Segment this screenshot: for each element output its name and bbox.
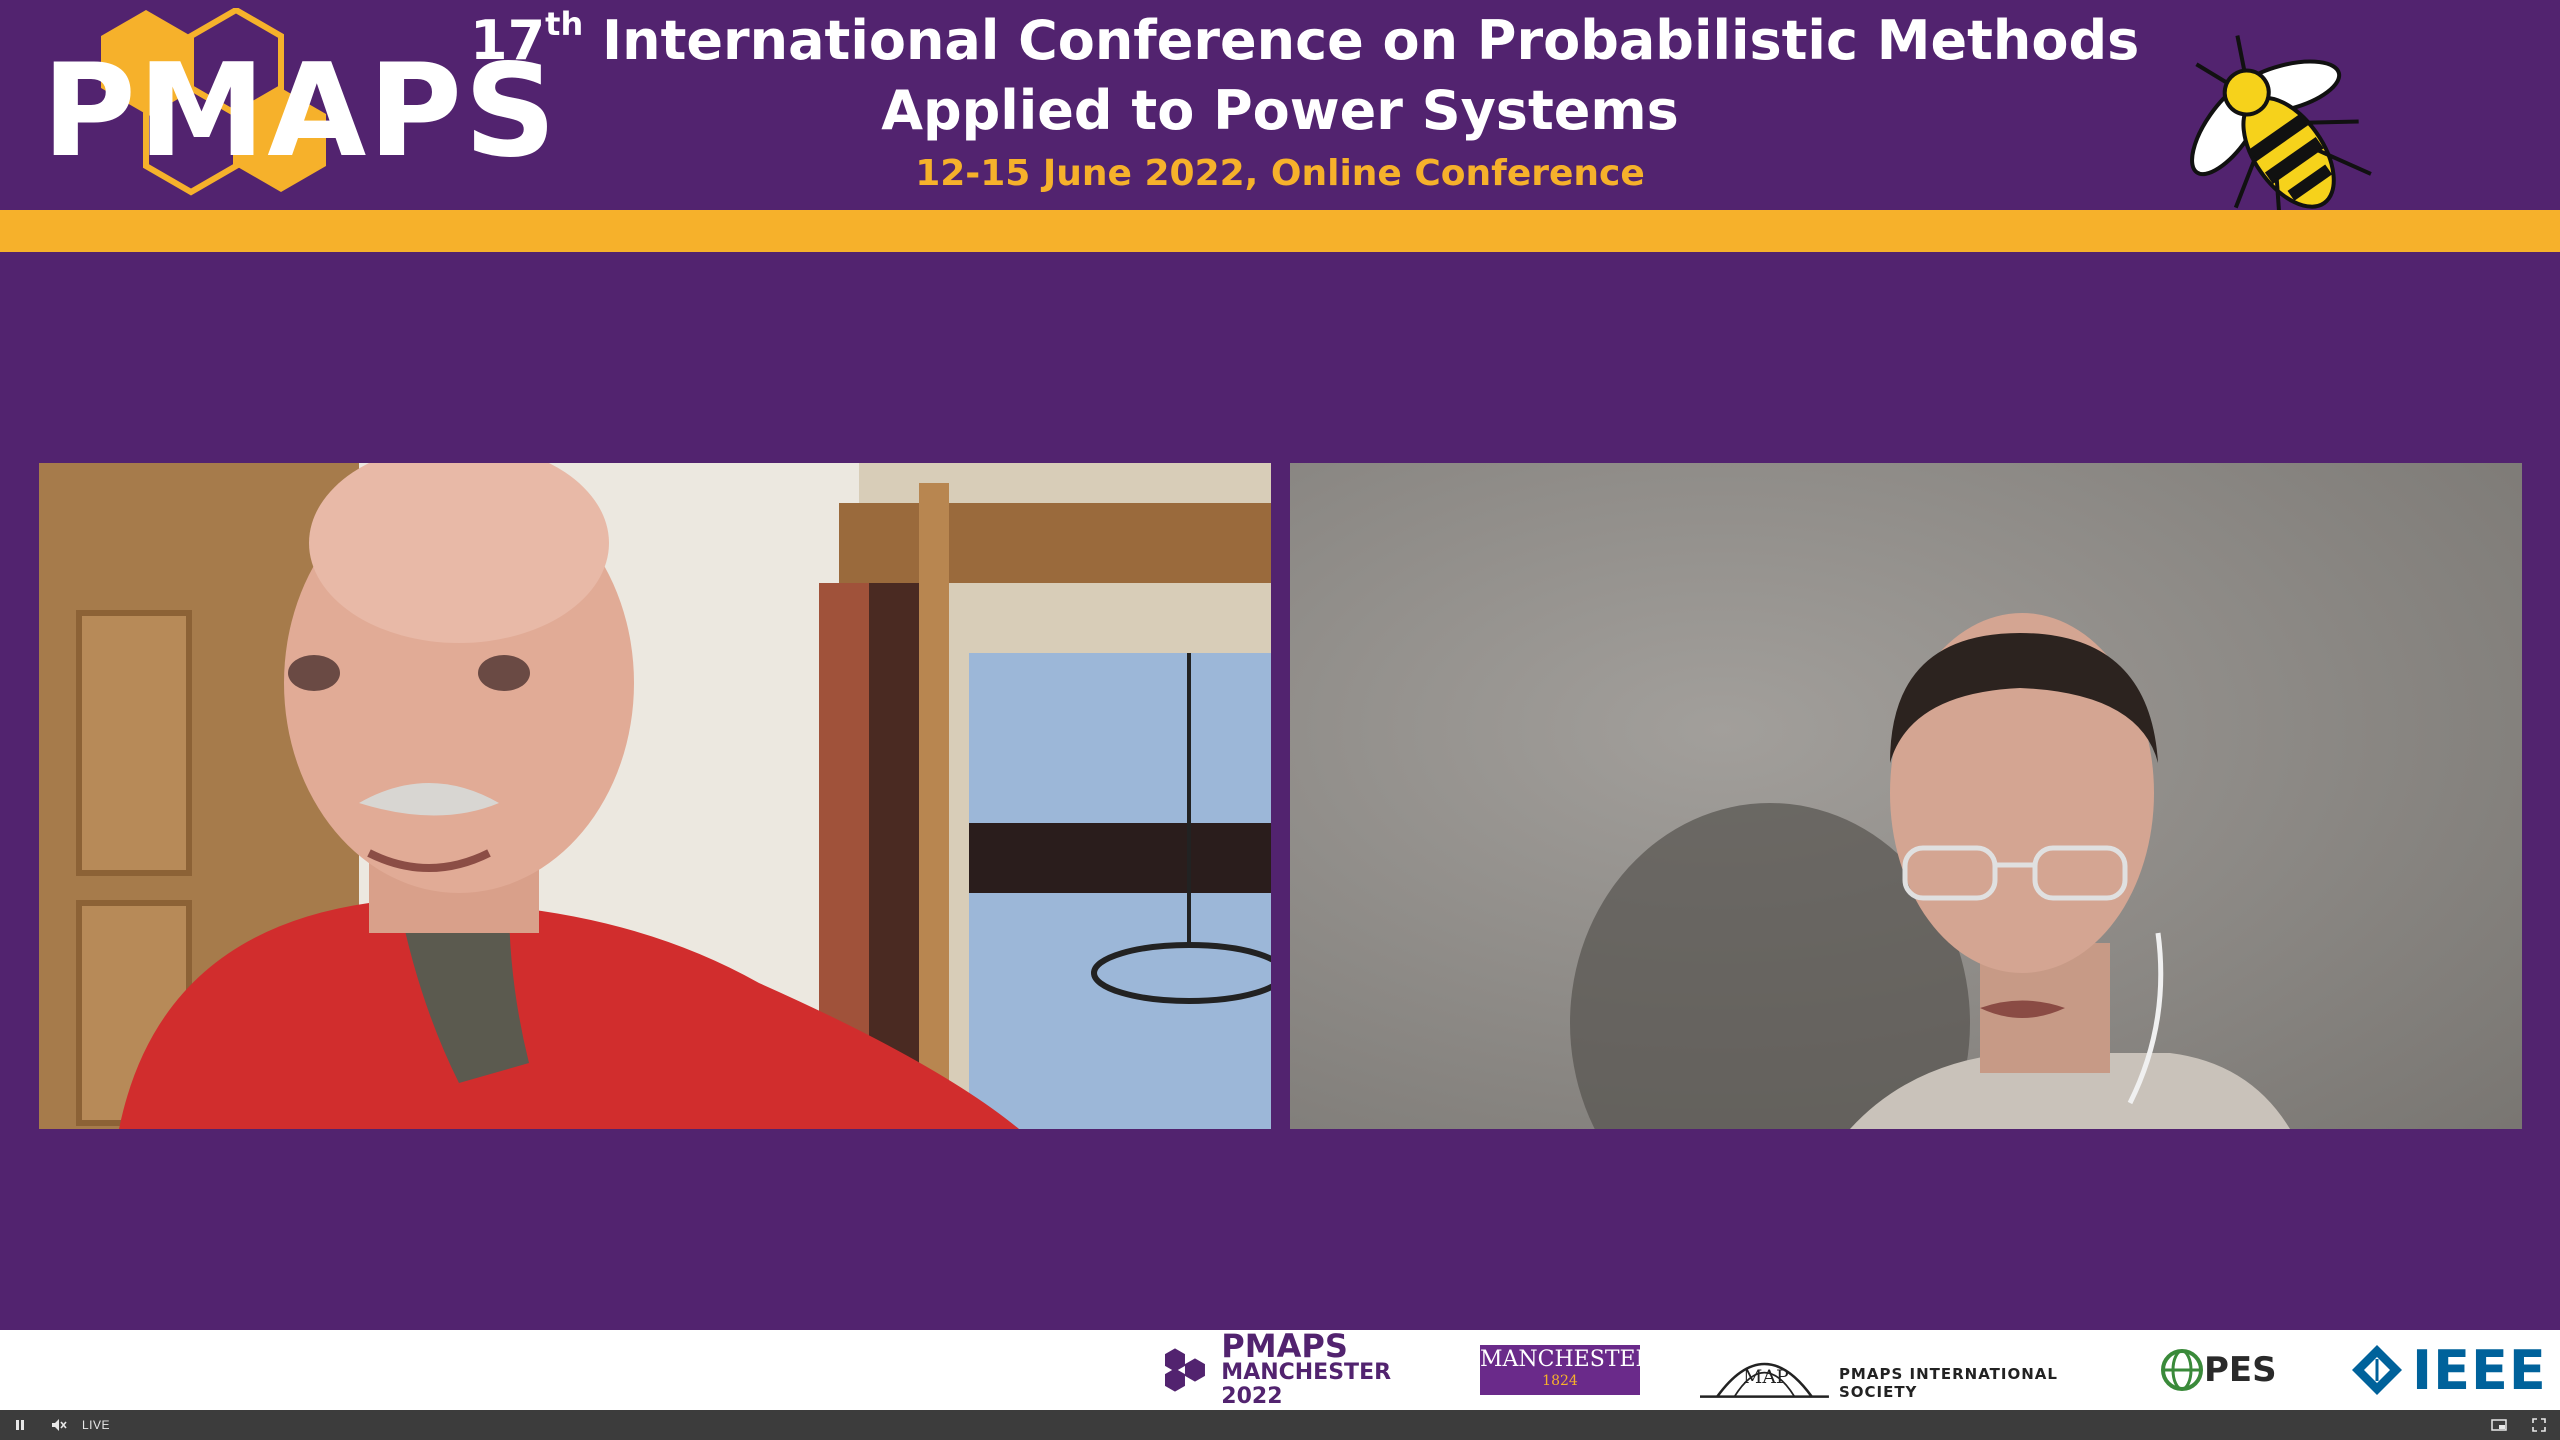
conference-banner: PMAPS 17th International Conference on P…: [0, 0, 2560, 238]
ieee-label: IEEE: [2412, 1338, 2547, 1402]
conference-date: 12-15 June 2022, Online Conference: [915, 153, 1645, 194]
pause-icon: [16, 1420, 24, 1430]
ieee-pes-logo: PES: [2160, 1330, 2300, 1410]
society-arch-icon: MAP: [1700, 1362, 1829, 1398]
pes-label: PES: [2204, 1350, 2277, 1390]
picture-in-picture-button[interactable]: [2484, 1410, 2514, 1440]
pmaps-international-society-logo: MAP PMAPS INTERNATIONAL SOCIETY: [1700, 1330, 2100, 1410]
title-line-1-text: International Conference on Probabilisti…: [583, 9, 2140, 72]
video-tile-participant-2[interactable]: [1290, 463, 2522, 1129]
pmaps-sponsor-subtitle: MANCHESTER 2022: [1221, 1360, 1392, 1409]
svg-text:MAP: MAP: [1743, 1366, 1789, 1388]
hexagon-cluster-icon: [1164, 1348, 1205, 1392]
video-feed-participant-2: [1290, 463, 2522, 1129]
banner-accent-bar: [0, 210, 2560, 252]
title-line-1: 17th International Conference on Probabi…: [470, 5, 2139, 76]
mute-button[interactable]: [46, 1410, 72, 1440]
title-ordinal-suffix: th: [545, 5, 584, 43]
society-name: PMAPS INTERNATIONAL SOCIETY: [1838, 1365, 2058, 1401]
video-tile-participant-1[interactable]: [39, 463, 1271, 1129]
ieee-diamond-icon: [2352, 1345, 2402, 1395]
live-label: LIVE: [81, 1418, 110, 1432]
video-feed-participant-1: [39, 463, 1271, 1129]
pmaps-sponsor-name: PMAPS: [1221, 1327, 1348, 1365]
title-line-2: Applied to Power Systems: [881, 79, 1679, 142]
university-of-manchester-logo: MANCHESTER 1824: [1480, 1330, 1652, 1410]
manchester-year: 1824: [1542, 1373, 1578, 1389]
fullscreen-icon: [2532, 1418, 2546, 1432]
stream-viewer: PMAPS 17th International Conference on P…: [0, 0, 2560, 1440]
live-indicator[interactable]: LIVE: [78, 1410, 114, 1440]
sponsor-strip: PMAPS MANCHESTER 2022 MANCHESTER 1824 MA…: [0, 1330, 2560, 1410]
picture-in-picture-icon: [2491, 1419, 2507, 1431]
manchester-name: MANCHESTER: [1480, 1347, 1653, 1372]
title-ordinal: 17: [470, 9, 546, 72]
play-pause-button[interactable]: [8, 1410, 32, 1440]
conference-title: 17th International Conference on Probabi…: [470, 5, 2139, 202]
globe-icon: [2161, 1349, 2203, 1391]
pmaps-logo: PMAPS: [36, 6, 556, 208]
muted-speaker-icon: [52, 1419, 67, 1431]
ieee-logo: IEEE: [2350, 1330, 2550, 1410]
fullscreen-button[interactable]: [2524, 1410, 2554, 1440]
pmaps-manchester-logo: PMAPS MANCHESTER 2022: [1160, 1330, 1420, 1410]
player-controls: LIVE: [0, 1410, 2560, 1440]
